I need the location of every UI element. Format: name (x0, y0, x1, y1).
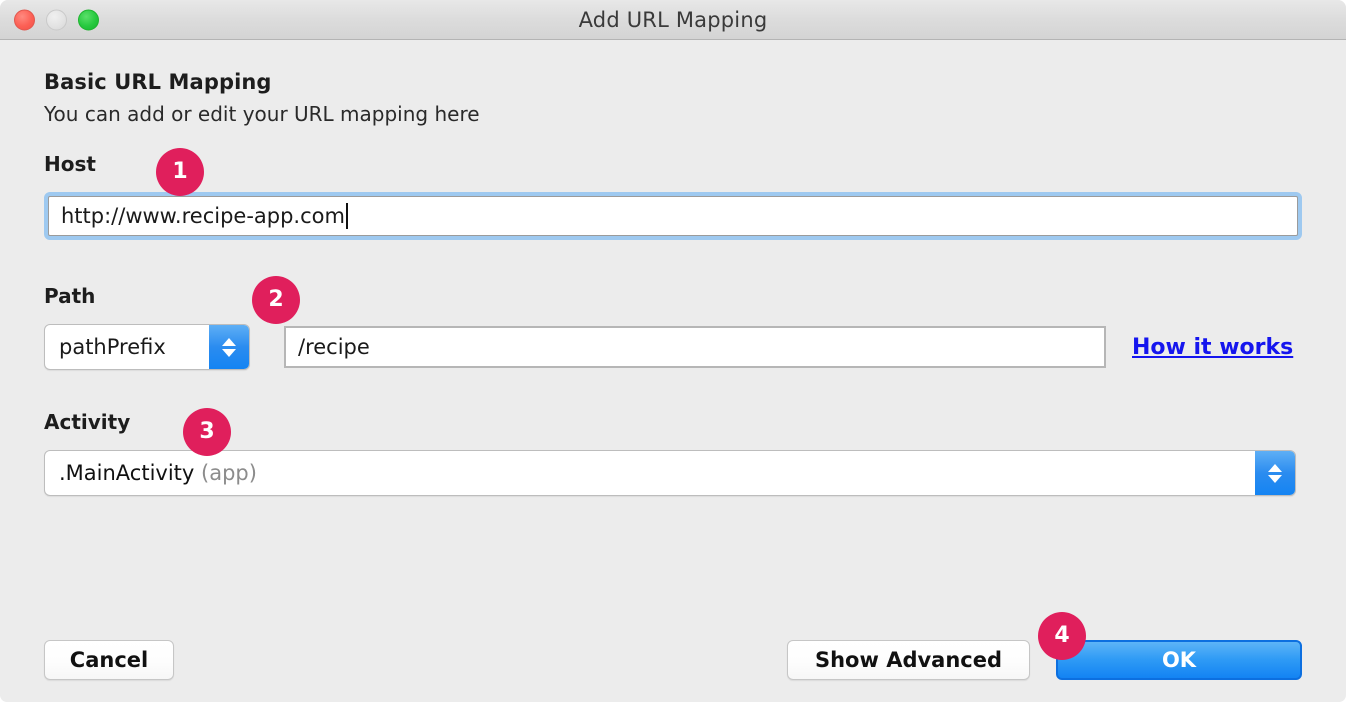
path-type-select[interactable]: pathPrefix (44, 324, 250, 370)
host-input[interactable]: http://www.recipe-app.com (48, 196, 1298, 236)
host-label-row: Host 1 (44, 152, 1302, 182)
path-type-select-value: pathPrefix (45, 335, 209, 359)
show-advanced-button[interactable]: Show Advanced (787, 640, 1030, 680)
close-window-button[interactable] (14, 9, 35, 30)
activity-stepper-icon[interactable] (1255, 451, 1295, 495)
window-title: Add URL Mapping (579, 8, 768, 32)
host-label: Host (44, 152, 96, 176)
dialog-content: Basic URL Mapping You can add or edit yo… (0, 40, 1346, 702)
section-title: Basic URL Mapping (44, 70, 1302, 94)
activity-label-row: Activity 3 (44, 410, 1302, 440)
chevron-up-icon (1268, 464, 1282, 472)
step-badge-1: 1 (156, 148, 204, 196)
chevron-down-icon (222, 349, 236, 357)
host-input-value: http://www.recipe-app.com (61, 204, 345, 228)
zoom-window-button[interactable] (78, 9, 99, 30)
cancel-button[interactable]: Cancel (44, 640, 174, 680)
step-badge-4: 4 (1038, 612, 1086, 660)
chevron-up-icon (222, 338, 236, 346)
path-row: pathPrefix /recipe How it works (44, 324, 1302, 370)
activity-class-name: .MainActivity (59, 461, 194, 485)
activity-module-name: (app) (201, 461, 257, 485)
ok-button[interactable]: OK (1056, 640, 1302, 680)
section-subtitle: You can add or edit your URL mapping her… (44, 102, 1302, 126)
dialog-footer: Cancel Show Advanced OK 4 (44, 638, 1302, 682)
chevron-down-icon (1268, 475, 1282, 483)
activity-select[interactable]: .MainActivity (app) (44, 450, 1296, 496)
title-bar: Add URL Mapping (0, 0, 1346, 40)
path-input-value: /recipe (298, 335, 370, 359)
stepper-icon[interactable] (209, 325, 249, 369)
path-label: Path (44, 284, 95, 308)
dialog-window: Add URL Mapping Basic URL Mapping You ca… (0, 0, 1346, 702)
path-input[interactable]: /recipe (284, 326, 1106, 368)
host-input-focus-ring: http://www.recipe-app.com (44, 192, 1302, 240)
text-caret (346, 203, 348, 229)
minimize-window-button[interactable] (46, 9, 67, 30)
activity-label: Activity (44, 410, 130, 434)
how-it-works-link[interactable]: How it works (1132, 335, 1293, 360)
traffic-light-group (14, 9, 99, 30)
step-badge-2: 2 (252, 276, 300, 324)
activity-select-value: .MainActivity (app) (45, 461, 1255, 485)
footer-right-group: Show Advanced OK 4 (787, 640, 1302, 680)
step-badge-3: 3 (183, 408, 231, 456)
path-label-row: Path 2 (44, 284, 1302, 314)
